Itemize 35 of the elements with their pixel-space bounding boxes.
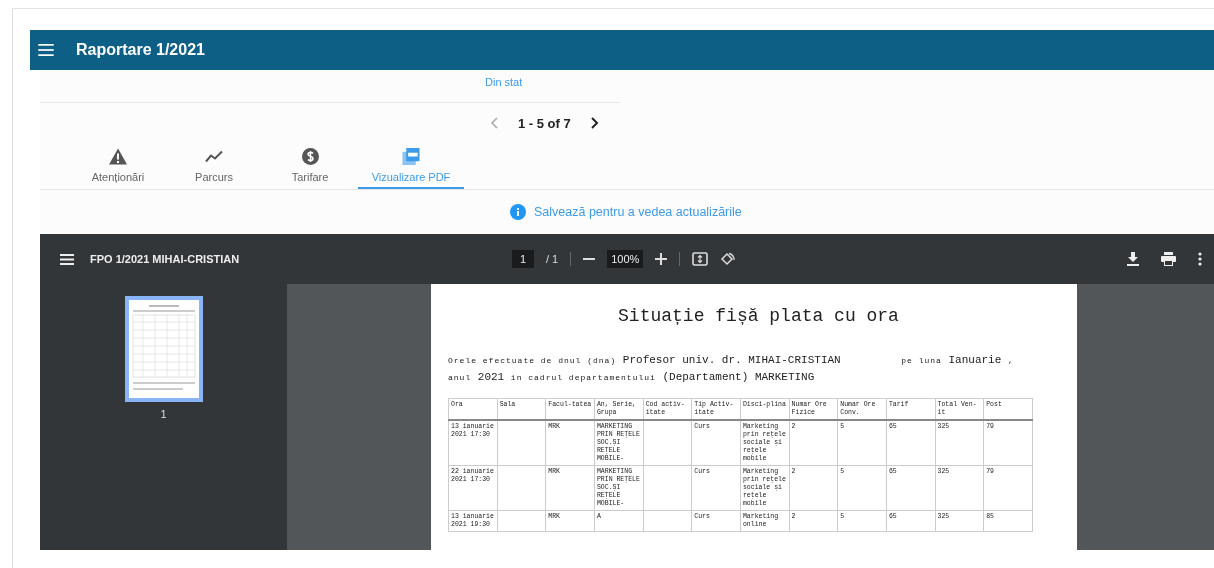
- chevron-right-icon[interactable]: [590, 117, 599, 129]
- table-cell: [643, 420, 692, 466]
- page-total: / 1: [546, 253, 559, 265]
- page-number-field[interactable]: 1: [512, 250, 534, 268]
- source-link[interactable]: Din stat: [485, 76, 523, 88]
- file-title: FPO 1/2021 MIHAI-CRISTIAN: [90, 253, 240, 265]
- menu-icon[interactable]: [60, 253, 74, 265]
- thumbnail-label: 1: [160, 408, 167, 420]
- table-cell: [497, 510, 546, 532]
- rotate-icon[interactable]: [720, 251, 736, 267]
- table-cell: [497, 420, 546, 466]
- app-title: Raportare 1/2021: [76, 41, 205, 59]
- document-title: Situație fișă plata cu ora: [617, 306, 900, 326]
- page-range: 1 - 5 of 7: [518, 115, 571, 131]
- warning-icon: [109, 147, 127, 165]
- notice-text: Salvează pentru a vedea actualizările: [534, 205, 742, 219]
- download-icon[interactable]: [1127, 252, 1139, 266]
- tab[interactable]: Vizualizare PDF: [358, 143, 464, 189]
- page-thumbnail[interactable]: [124, 296, 203, 402]
- tab[interactable]: Atenționări: [70, 143, 166, 189]
- zoom-in-icon[interactable]: [655, 253, 668, 265]
- dollar-icon: [301, 147, 319, 165]
- intro-paragraph: Orele efectuate de dnul (dna) Profesor univ. dr. MIHAI-CRISTIAN pe luna Ianuarie , anul 2021 in cadrul departamentului (Departament) MARKETING: [448, 353, 1015, 385]
- info-icon: [510, 204, 526, 220]
- table-cell: [497, 465, 546, 511]
- tab[interactable]: Tarifare: [262, 143, 358, 189]
- tab[interactable]: Parcurs: [166, 143, 262, 189]
- zoom-field[interactable]: 100%: [607, 250, 644, 268]
- table-cell: [643, 465, 692, 511]
- more-icon[interactable]: [1198, 252, 1202, 266]
- print-icon[interactable]: [1161, 252, 1176, 266]
- fit-page-icon[interactable]: [692, 252, 709, 266]
- table-cell: [643, 510, 692, 532]
- menu-icon[interactable]: [38, 44, 54, 56]
- pdf-file-icon: [402, 147, 420, 165]
